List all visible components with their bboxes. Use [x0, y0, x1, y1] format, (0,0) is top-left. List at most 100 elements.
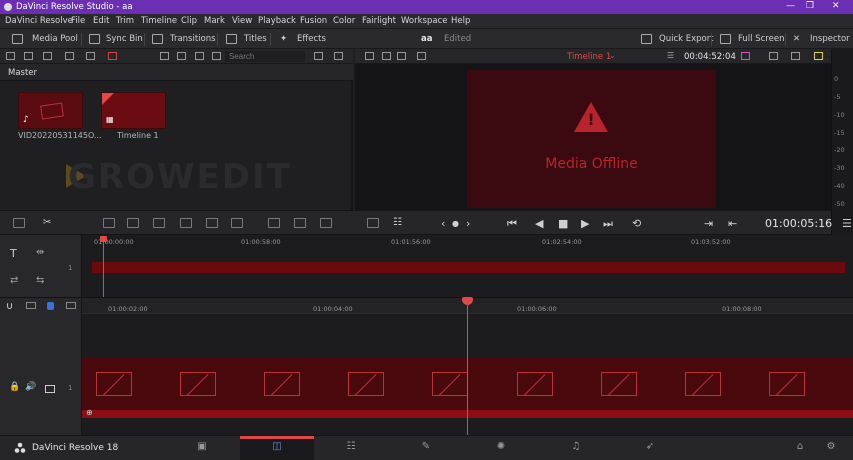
next-edit-icon[interactable]: › [466, 217, 470, 230]
insert-clip-icon[interactable] [103, 218, 115, 228]
media-page-icon[interactable]: ▣ [194, 441, 210, 455]
upper-playhead-handle[interactable] [100, 236, 107, 242]
effects-button[interactable]: Effects [297, 34, 326, 44]
color-picker-icon[interactable] [814, 52, 823, 60]
deliver-page-icon[interactable]: ➶ [642, 441, 658, 455]
source-icon[interactable] [320, 218, 332, 228]
link-tool-icon[interactable]: ⇆ [36, 275, 44, 286]
chevron-down-icon[interactable]: ⌄ [609, 51, 616, 60]
refresh-icon[interactable] [86, 52, 95, 60]
go-to-end-icon[interactable]: ⏭ [603, 217, 613, 231]
transitions-button[interactable]: Transitions [170, 34, 216, 44]
menu-help[interactable]: Help [451, 16, 470, 26]
crosshair-icon[interactable] [791, 52, 800, 60]
mark-in-icon[interactable]: ⇤ [728, 217, 737, 230]
fusion-page-icon[interactable]: ✎ [418, 441, 434, 455]
go-to-start-icon[interactable]: ⏮ [507, 217, 517, 231]
close-icon[interactable]: ✕ [832, 1, 840, 11]
bin-name[interactable]: Master [8, 68, 37, 78]
titles-button[interactable]: Titles [244, 34, 267, 44]
viewer-layout-icon[interactable] [365, 52, 374, 60]
track-monitor-icon[interactable] [45, 385, 55, 393]
audio-waveform-icon[interactable] [382, 52, 391, 60]
title-tool-icon[interactable]: T [10, 247, 17, 260]
menu-davinci[interactable]: DaVinci Resolve [5, 16, 73, 26]
play-icon[interactable]: ▶ [581, 217, 589, 230]
cut-page-icon[interactable]: ☷ [343, 441, 359, 455]
list-view-icon[interactable] [195, 52, 204, 60]
trim-tool-icon[interactable]: ⇹ [36, 247, 44, 258]
prev-edit-icon[interactable]: ‹ [441, 217, 445, 230]
import-icon[interactable] [43, 52, 52, 60]
menu-workspace[interactable]: Workspace [401, 16, 447, 26]
maximize-icon[interactable]: ❐ [806, 1, 814, 11]
flag-icon[interactable] [47, 302, 54, 310]
timecode-menu-icon[interactable]: ☰ [667, 51, 674, 60]
menu-timeline[interactable]: Timeline [141, 16, 177, 26]
loop-icon[interactable]: ⟲ [632, 217, 641, 230]
jog-dot-icon[interactable]: ● [452, 219, 459, 228]
menu-clip[interactable]: Clip [181, 16, 197, 26]
metadata-view-icon[interactable] [160, 52, 169, 60]
clip-icon[interactable] [397, 52, 406, 60]
sort-order-icon[interactable] [314, 52, 323, 60]
folder-icon[interactable] [65, 52, 74, 60]
replace-clip-icon[interactable] [153, 218, 165, 228]
track-height-icon[interactable] [26, 302, 36, 309]
gear-icon[interactable]: ⚙ [823, 441, 839, 455]
menu-fusion[interactable]: Fusion [300, 16, 327, 26]
menu-playback[interactable]: Playback [258, 16, 296, 26]
panel-toggle-icon[interactable] [6, 52, 15, 60]
menu-color[interactable]: Color [333, 16, 355, 26]
overwrite-clip-icon[interactable] [127, 218, 139, 228]
media-clip[interactable]: ♪ [18, 92, 83, 129]
menu-edit[interactable]: Edit [93, 16, 109, 26]
search-input[interactable] [225, 51, 305, 62]
sort-icon[interactable] [212, 52, 221, 60]
settings-sliders-icon[interactable]: ☷ [393, 217, 402, 228]
speaker-icon[interactable]: 🔊 [25, 382, 36, 392]
mark-out-icon[interactable]: ⇥ [704, 217, 713, 230]
timeline-options-icon[interactable] [13, 218, 25, 228]
menu-mark[interactable]: Mark [204, 16, 225, 26]
lock-icon[interactable]: 🔒 [9, 382, 20, 392]
overlay-icon[interactable] [741, 52, 750, 60]
inspector-button[interactable]: Inspector [810, 34, 850, 44]
edit-page-icon[interactable]: ◫ [269, 441, 285, 455]
sync-bin-button[interactable]: Sync Bin [106, 34, 143, 44]
marker-icon[interactable] [66, 302, 76, 309]
upper-playhead[interactable] [103, 237, 104, 297]
viewer-timeline-name[interactable]: Timeline 1 [567, 52, 611, 62]
menu-icon[interactable]: ☰ [842, 217, 852, 230]
append-icon[interactable] [231, 218, 243, 228]
stop-icon[interactable]: ■ [558, 217, 568, 230]
source-overwrite-icon[interactable] [367, 218, 379, 228]
quick-export-button[interactable]: Quick Export [659, 34, 714, 44]
close-up-icon[interactable] [294, 218, 306, 228]
playhead[interactable] [467, 297, 468, 435]
new-bin-icon[interactable] [24, 52, 33, 60]
color-page-icon[interactable]: ✺ [493, 441, 509, 455]
magnet-icon[interactable]: ∪ [6, 301, 13, 312]
place-on-top-icon[interactable] [206, 218, 218, 228]
home-icon[interactable]: ⌂ [792, 441, 808, 455]
zoom-fit-icon[interactable] [417, 52, 426, 60]
grid-view-icon[interactable] [177, 52, 186, 60]
fairlight-page-icon[interactable]: ♫ [568, 441, 584, 455]
reverse-play-icon[interactable]: ◀ [535, 217, 543, 230]
fit-to-fill-icon[interactable] [180, 218, 192, 228]
ripple-icon[interactable] [268, 218, 280, 228]
upper-video-clip[interactable] [92, 262, 845, 273]
menu-view[interactable]: View [232, 16, 252, 26]
menu-file[interactable]: File [71, 16, 85, 26]
link-icon[interactable] [108, 52, 117, 60]
timeline-clip[interactable]: ▦ [101, 92, 166, 129]
razor-icon[interactable]: ✂ [43, 217, 51, 228]
media-pool-button[interactable]: Media Pool [32, 34, 78, 44]
snap-tool-icon[interactable]: ⇄ [10, 275, 18, 286]
menu-trim[interactable]: Trim [116, 16, 134, 26]
transform-icon[interactable] [769, 52, 778, 60]
more-options-icon[interactable] [334, 52, 343, 60]
full-screen-button[interactable]: Full Screen [738, 34, 784, 44]
menu-fairlight[interactable]: Fairlight [362, 16, 396, 26]
